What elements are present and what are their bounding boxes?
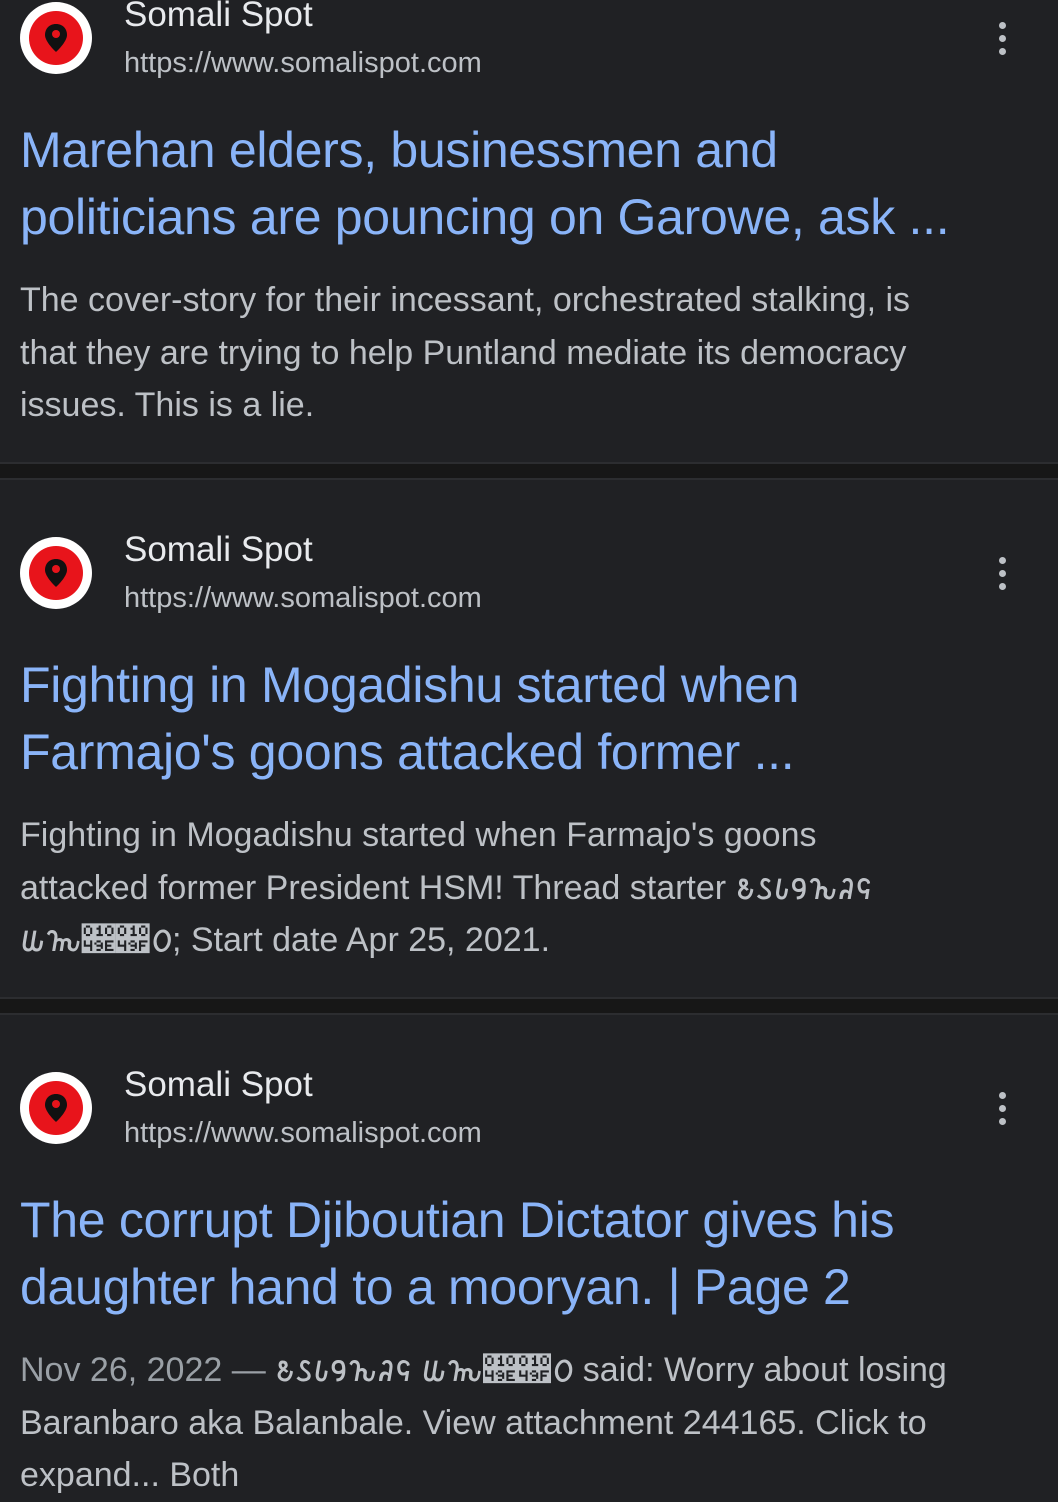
title-line: Marehan elders, businessmen and (20, 122, 778, 178)
more-vert-icon[interactable] (984, 549, 1020, 597)
snippet-line: that they are trying to help Puntland me… (20, 333, 907, 372)
snippet-line: Nov 26, 2022 — 𐒕𐒖𐒗𐒘𐒙𐒚𐒛 𐒜𐒝𐒞𐒟𐒠 said: Worry… (20, 1344, 1040, 1397)
more-vert-icon[interactable] (984, 14, 1020, 62)
snippet-line: attacked former President HSM! Thread st… (20, 868, 873, 907)
title-line: Farmajo's goons attacked former ... (20, 724, 795, 780)
map-pin-icon (29, 1081, 83, 1135)
result-divider (0, 462, 1058, 480)
snippet-line: 𐒜𐒝𐒞𐒟𐒠; Start date Apr 25, 2021. (20, 921, 551, 959)
snippet-text: 𐒕𐒖𐒗𐒘𐒙𐒚𐒛 𐒜𐒝𐒞𐒟𐒠 said: Worry about losing (275, 1351, 947, 1389)
site-name[interactable]: Somali Spot (124, 530, 313, 570)
site-name[interactable]: Somali Spot (124, 1065, 313, 1105)
result-divider (0, 997, 1058, 1015)
search-result: Somali Spot https://www.somalispot.com M… (0, 0, 1058, 462)
title-line: politicians are pouncing on Garowe, ask … (20, 189, 950, 245)
result-snippet: Fighting in Mogadishu started when Farma… (20, 809, 1040, 967)
snippet-date: Nov 26, 2022 — (20, 1351, 276, 1389)
search-result: Somali Spot https://www.somalispot.com F… (0, 480, 1058, 997)
site-url[interactable]: https://www.somalispot.com (124, 47, 482, 80)
title-line: The corrupt Djiboutian Dictator gives hi… (20, 1192, 895, 1248)
snippet-line: The cover-story for their incessant, orc… (20, 281, 911, 319)
site-favicon[interactable] (20, 2, 92, 74)
site-favicon[interactable] (20, 537, 92, 609)
result-title-link[interactable]: Marehan elders, businessmen and politici… (20, 117, 1030, 251)
result-snippet: Nov 26, 2022 — 𐒕𐒖𐒗𐒘𐒙𐒚𐒛 𐒜𐒝𐒞𐒟𐒠 said: Worry… (20, 1344, 1040, 1502)
result-title-link[interactable]: The corrupt Djiboutian Dictator gives hi… (20, 1187, 1030, 1321)
site-name[interactable]: Somali Spot (124, 0, 313, 35)
site-url[interactable]: https://www.somalispot.com (124, 582, 482, 615)
site-url[interactable]: https://www.somalispot.com (124, 1117, 482, 1150)
result-title-link[interactable]: Fighting in Mogadishu started when Farma… (20, 652, 1030, 786)
map-pin-icon (29, 11, 83, 65)
more-vert-icon[interactable] (984, 1084, 1020, 1132)
title-line: daughter hand to a mooryan. | Page 2 (20, 1259, 851, 1315)
snippet-line: Fighting in Mogadishu started when Farma… (20, 816, 817, 854)
snippet-line: expand... Both (20, 1456, 240, 1494)
search-result: Somali Spot https://www.somalispot.com T… (0, 1015, 1058, 1494)
map-pin-icon (29, 546, 83, 600)
site-favicon[interactable] (20, 1072, 92, 1144)
snippet-line: issues. This is a lie. (20, 386, 315, 424)
title-line: Fighting in Mogadishu started when (20, 657, 800, 713)
snippet-line: Baranbaro aka Balanbale. View attachment… (20, 1403, 927, 1442)
result-snippet: The cover-story for their incessant, orc… (20, 274, 1040, 432)
